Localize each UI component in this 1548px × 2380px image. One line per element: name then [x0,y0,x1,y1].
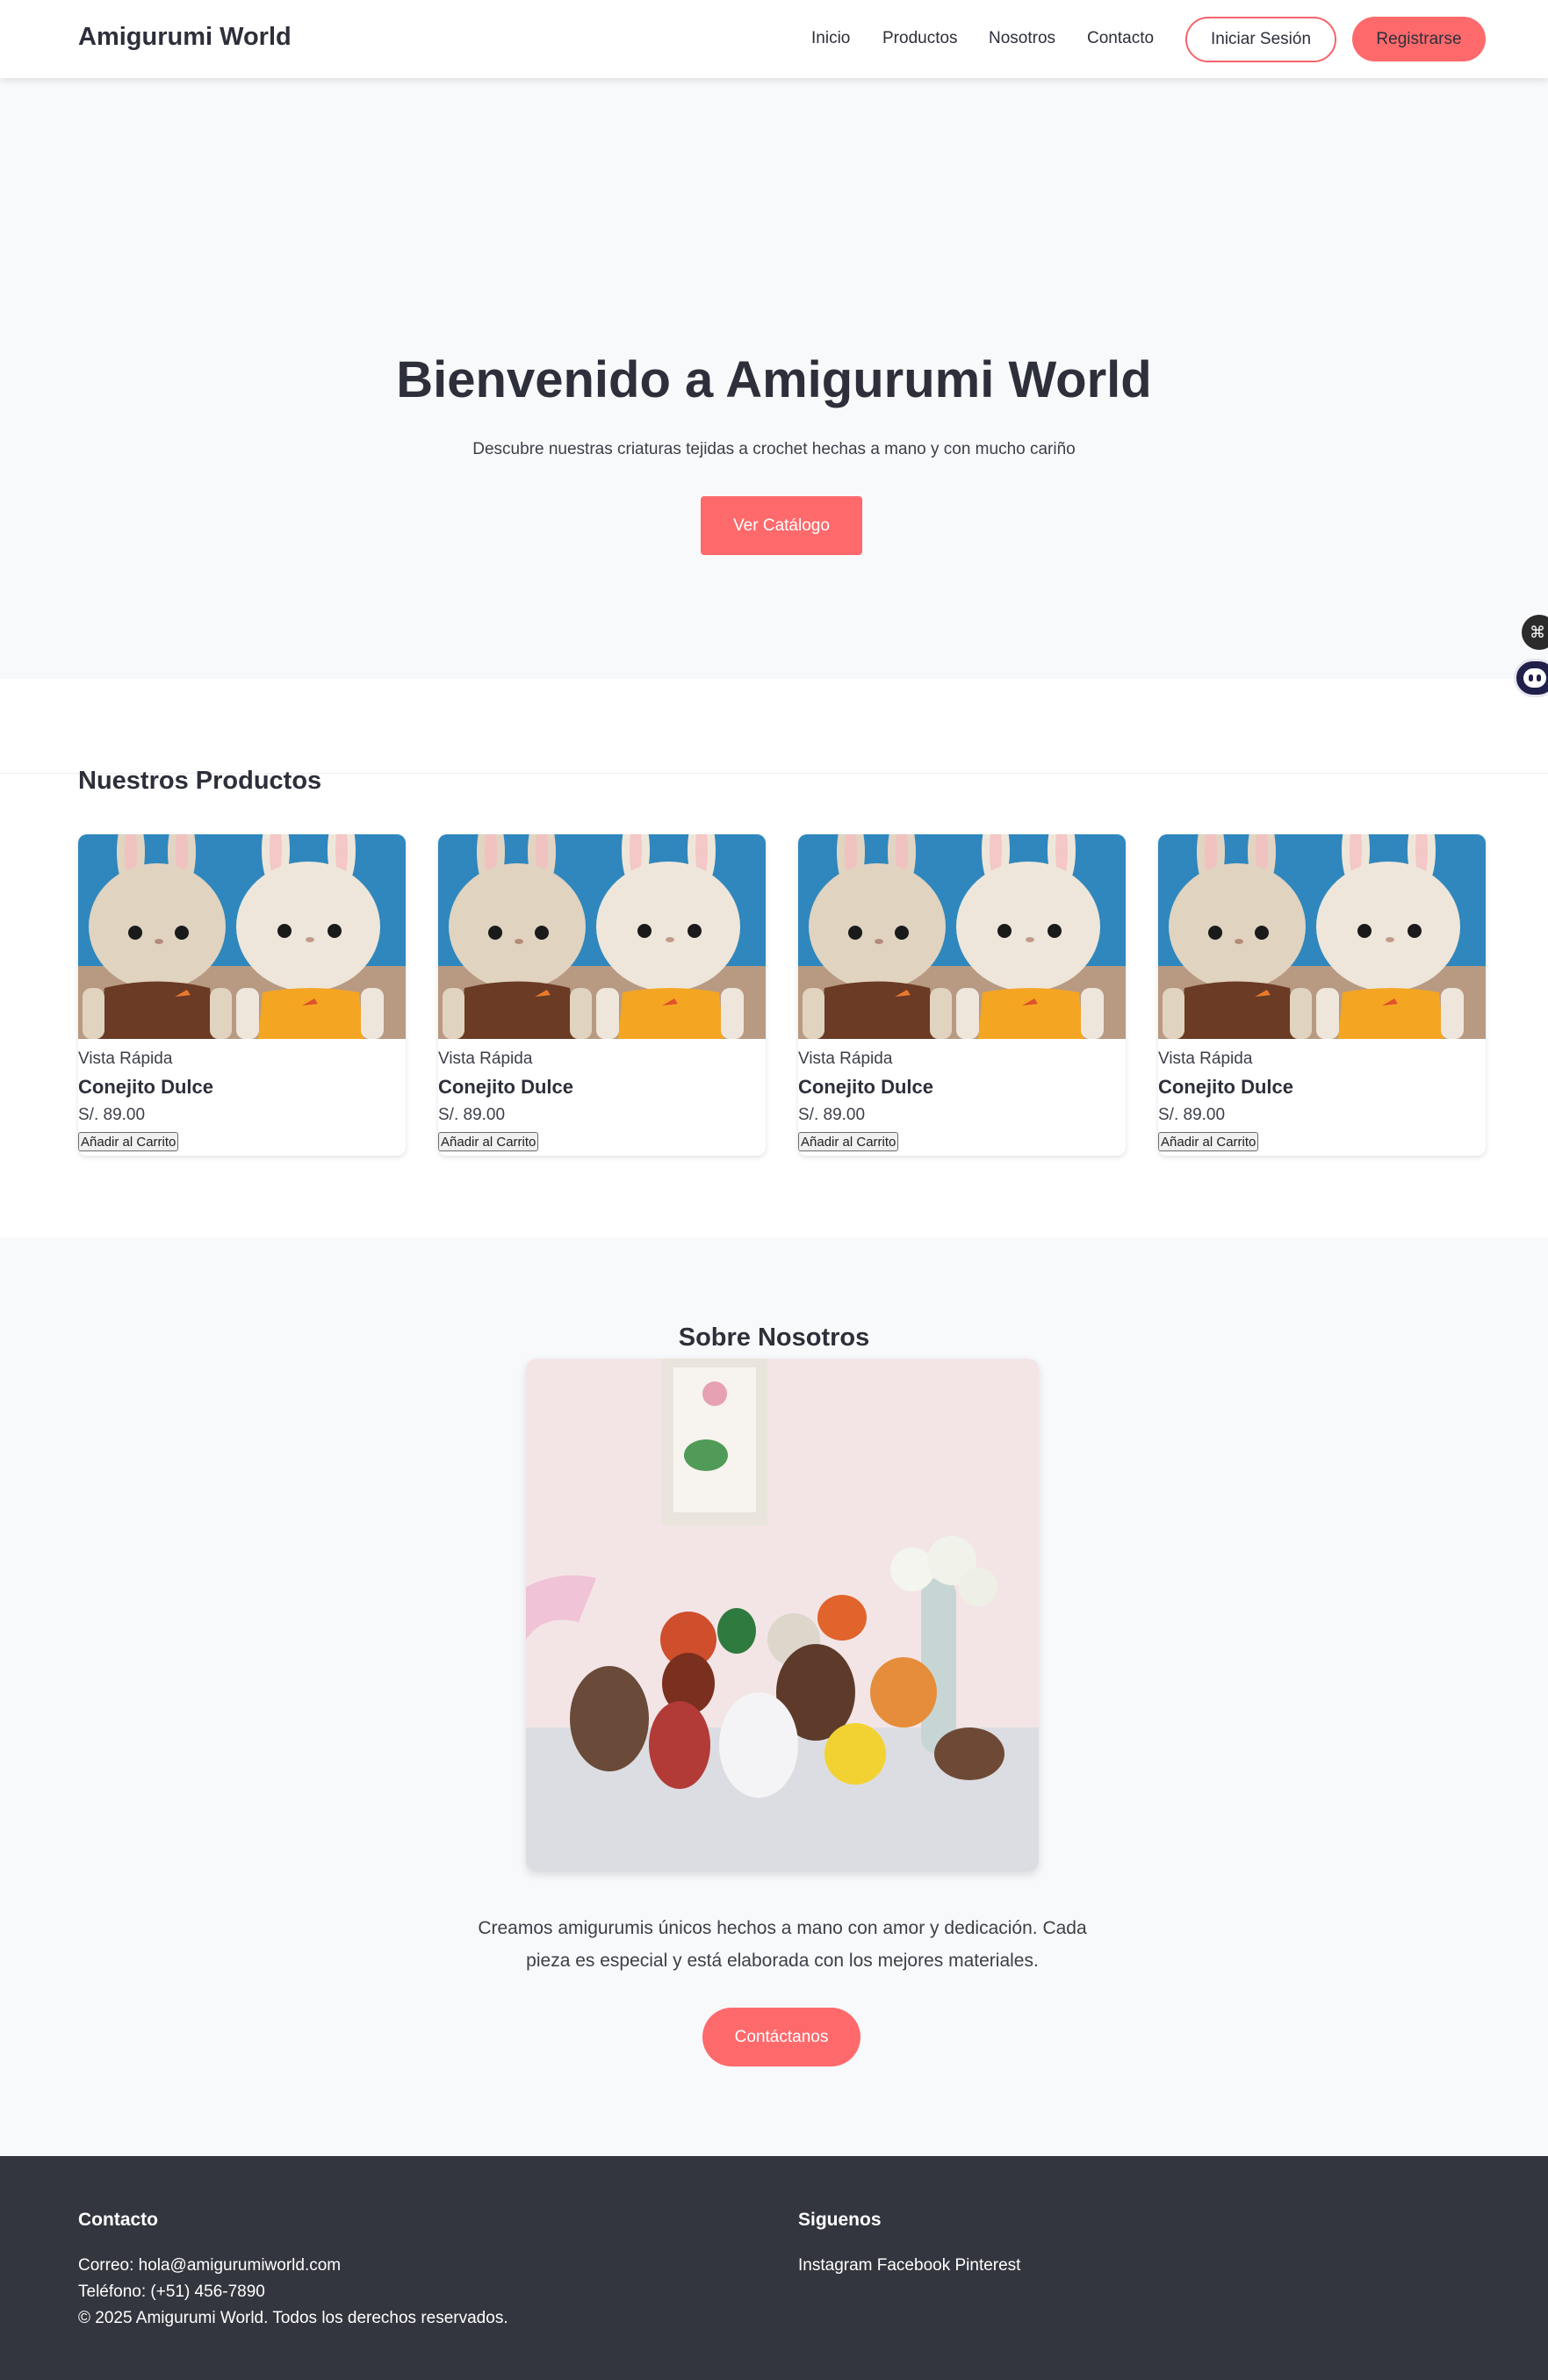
brand-logo[interactable]: Amigurumi World [78,23,292,52]
quick-view-link[interactable]: Vista Rápida [798,1049,892,1069]
quick-view-link[interactable]: Vista Rápida [438,1049,532,1069]
product-name: Conejito Dulce [798,1076,934,1098]
product-name: Conejito Dulce [1158,1076,1294,1098]
product-price: S/. 89.00 [438,1106,506,1124]
hero-title: Bienvenido a Amigurumi World [396,351,1152,408]
footer-email[interactable]: Correo: hola@amigurumiworld.com [78,2256,341,2275]
quick-view-link[interactable]: Vista Rápida [1158,1049,1252,1069]
product-image[interactable] [798,834,1126,1039]
products-title: Nuestros Productos [78,767,322,795]
product-price: S/. 89.00 [798,1106,866,1124]
product-price: S/. 89.00 [78,1106,146,1124]
product-name: Conejito Dulce [438,1076,574,1098]
quick-view-link[interactable]: Vista Rápida [78,1049,172,1069]
product-image[interactable] [438,834,766,1039]
about-image [526,1359,1039,1872]
product-price: S/. 89.00 [1158,1106,1226,1124]
chatbot-icon[interactable] [1514,659,1548,697]
footer-copyright: © 2025 Amigurumi World. Todos los derech… [78,2309,508,2327]
nav-link-inicio[interactable]: Inicio [811,29,850,48]
nav-link-productos[interactable]: Productos [882,29,958,48]
hero-subtitle: Descubre nuestras criaturas tejidas a cr… [472,440,1076,458]
footer: Contacto Correo: hola@amigurumiworld.com… [0,2156,1548,2380]
view-catalog-button[interactable]: Ver Catálogo [701,496,862,555]
footer-social-links[interactable]: Instagram Facebook Pinterest [798,2256,1020,2275]
product-card[interactable]: Vista Rápida Conejito Dulce S/. 89.00 Añ… [438,834,766,1156]
product-name: Conejito Dulce [78,1076,214,1098]
register-button[interactable]: Registrarse [1352,17,1486,61]
footer-social-title: Siguenos [798,2210,882,2230]
footer-contact-title: Contacto [78,2210,158,2230]
footer-phone: Teléfono: (+51) 456-7890 [78,2283,265,2301]
add-to-cart-button[interactable]: Añadir al Carrito [78,1132,179,1151]
about-description: Creamos amigurumis únicos hechos a mano … [478,1918,1087,1971]
add-to-cart-button[interactable]: Añadir al Carrito [1158,1132,1259,1151]
add-to-cart-button[interactable]: Añadir al Carrito [798,1132,899,1151]
add-to-cart-button[interactable]: Añadir al Carrito [438,1132,539,1151]
login-button[interactable]: Iniciar Sesión [1185,17,1336,62]
about-title: Sobre Nosotros [678,1323,870,1352]
product-card[interactable]: Vista Rápida Conejito Dulce S/. 89.00 Añ… [78,834,406,1156]
about-section: Sobre Nosotros Creamos amigurumis únicos… [0,1237,1548,2156]
contact-us-button[interactable]: Contáctanos [702,2008,860,2066]
top-navbar: Amigurumi World Inicio Productos Nosotro… [0,0,1548,78]
nav-link-contacto[interactable]: Contacto [1087,29,1154,48]
product-card[interactable]: Vista Rápida Conejito Dulce S/. 89.00 Añ… [798,834,1126,1156]
product-card[interactable]: Vista Rápida Conejito Dulce S/. 89.00 Añ… [1158,834,1486,1156]
product-image[interactable] [78,834,406,1039]
nav-link-nosotros[interactable]: Nosotros [989,29,1055,48]
product-image[interactable] [1158,834,1486,1039]
hero-section: Bienvenido a Amigurumi World Descubre nu… [0,78,1548,679]
